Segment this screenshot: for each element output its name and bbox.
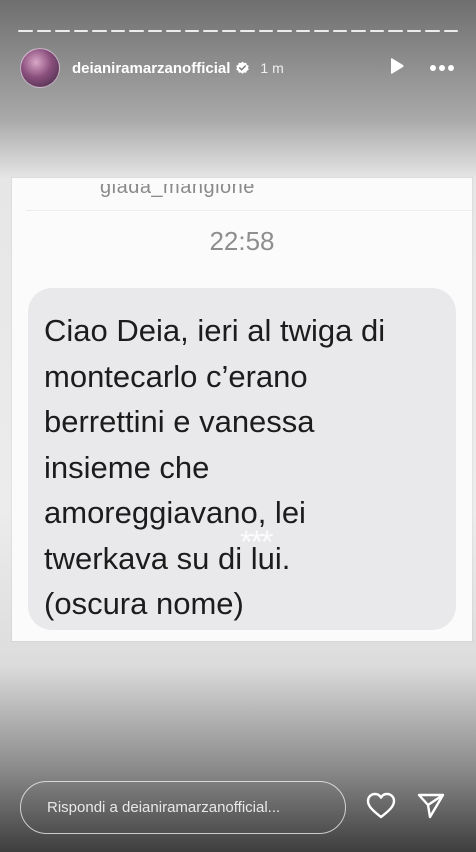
scribble-overlay: ***: [240, 524, 273, 560]
sender-name-cut: giada_mangione: [100, 178, 255, 198]
progress-segment: [129, 30, 144, 32]
story-progress-bar: [18, 30, 458, 32]
progress-segment: [18, 30, 33, 32]
message-line: berrettini e vanessa: [44, 404, 315, 439]
progress-segment: [240, 30, 255, 32]
message-screenshot: giada_mangione 22:58 Ciao Deia, ieri al …: [12, 178, 472, 641]
message-line: (oscura nome): [44, 586, 244, 621]
divider: [26, 210, 472, 211]
heart-icon: [366, 792, 396, 825]
send-icon: [416, 792, 446, 825]
reply-input[interactable]: Rispondi a deianiramarzanofficial...: [20, 781, 346, 834]
progress-segment: [36, 30, 51, 32]
message-timestamp: 22:58: [209, 226, 275, 256]
progress-segment: [203, 30, 218, 32]
progress-segment: [184, 30, 199, 32]
progress-segment: [314, 30, 329, 32]
progress-segment: [351, 30, 366, 32]
progress-segment: [221, 30, 236, 32]
reply-placeholder: Rispondi a deianiramarzanofficial...: [47, 799, 281, 816]
more-options-button[interactable]: [428, 54, 456, 82]
progress-segment: [258, 30, 273, 32]
like-button[interactable]: [364, 791, 398, 825]
progress-segment: [295, 30, 310, 32]
send-button[interactable]: [414, 791, 448, 825]
progress-segment: [388, 30, 403, 32]
progress-segment: [92, 30, 107, 32]
play-button[interactable]: [382, 54, 410, 82]
progress-segment: [425, 30, 440, 32]
avatar[interactable]: [20, 48, 60, 88]
play-icon: [386, 56, 406, 81]
progress-segment: [443, 30, 458, 32]
progress-segment: [110, 30, 125, 32]
message-bubble: Ciao Deia, ieri al twiga di montecarlo c…: [28, 288, 456, 630]
story-time: 1 m: [260, 60, 284, 76]
progress-segment: [406, 30, 421, 32]
more-options-icon: [429, 59, 455, 77]
message-line: Ciao Deia, ieri al twiga di: [44, 313, 386, 348]
message-line: insieme che: [44, 449, 210, 485]
progress-segment: [166, 30, 181, 32]
progress-segment: [332, 30, 347, 32]
story-header: deianiramarzanofficial 1 m: [0, 48, 476, 88]
username[interactable]: deianiramarzanofficial: [72, 60, 230, 77]
progress-segment: [147, 30, 162, 32]
message-text: Ciao Deia, ieri al twiga di montecarlo c…: [44, 308, 444, 627]
progress-segment: [55, 30, 70, 32]
message-line: montecarlo c’erano: [44, 358, 308, 394]
progress-segment: [369, 30, 384, 32]
progress-segment: [73, 30, 88, 32]
verified-badge-icon: [235, 61, 250, 76]
progress-segment: [277, 30, 292, 32]
